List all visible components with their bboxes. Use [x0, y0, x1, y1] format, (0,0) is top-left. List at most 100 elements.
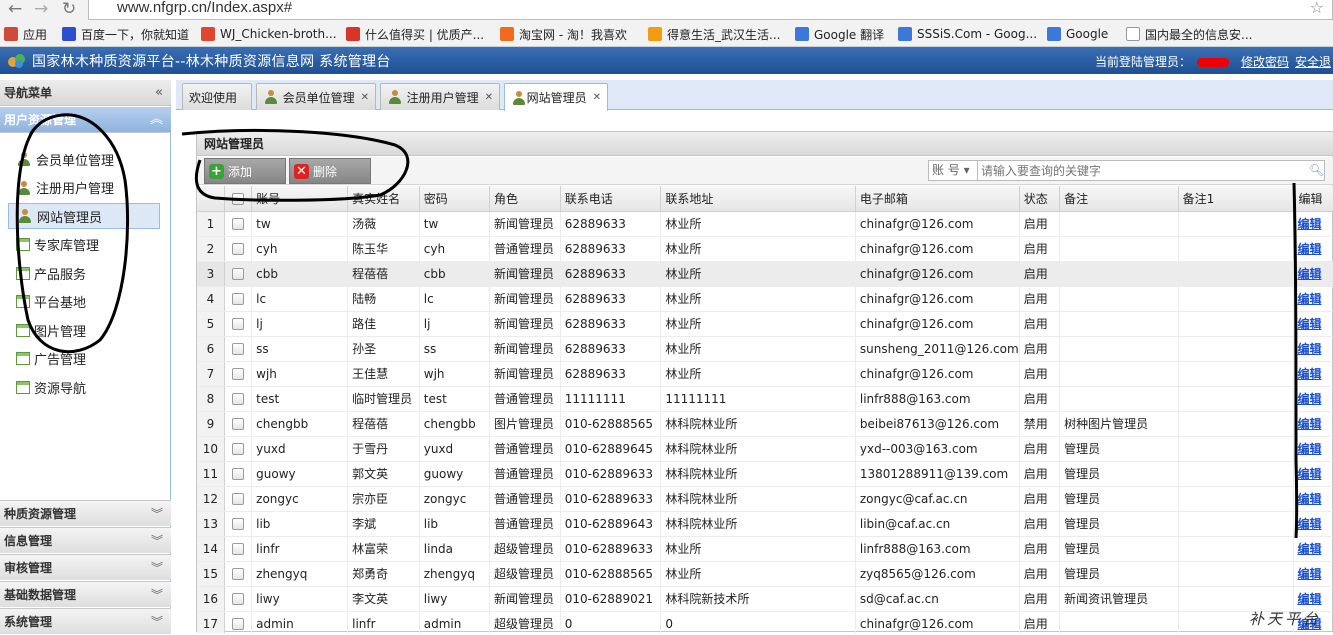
edit-link[interactable]: 编辑: [1293, 211, 1333, 237]
checkbox[interactable]: [232, 543, 245, 555]
checkbox[interactable]: [232, 518, 245, 530]
sidebar-item[interactable]: 平台基地: [8, 289, 160, 315]
bookmark-item[interactable]: 淘宝网 - 淘！我喜欢: [500, 25, 627, 43]
column-header[interactable]: 备注: [1059, 186, 1179, 212]
chevron-down-icon[interactable]: ︾: [151, 528, 163, 554]
bookmark-star-icon[interactable]: ☆: [1310, 0, 1324, 17]
chevron-up-icon[interactable]: ︽: [150, 107, 163, 133]
column-header[interactable]: 联系地址: [660, 186, 856, 212]
close-tab-icon[interactable]: ✕: [485, 92, 493, 103]
search-input[interactable]: [977, 160, 1325, 181]
sidebar-item[interactable]: 网站管理员: [8, 203, 160, 229]
table-row[interactable]: 4 lc 陆畅 lc 新闻管理员 62889633 林业所 chinafgr@126.com 启…: [197, 286, 1333, 312]
checkbox[interactable]: [232, 418, 245, 430]
checkbox[interactable]: [232, 293, 245, 305]
sidebar-item[interactable]: 专家库管理: [8, 232, 160, 258]
table-row[interactable]: 7 wjh 王佳慧 wjh 新闻管理员 62889633 林业所 chinafgr@126.c…: [197, 361, 1333, 387]
close-tab-icon[interactable]: ✕: [593, 92, 601, 103]
checkbox[interactable]: [232, 468, 245, 480]
sidebar-item[interactable]: 广告管理: [8, 346, 160, 372]
table-row[interactable]: 5 lj 路佳 lj 新闻管理员 62889633 林业所 chinafgr@126.com 启…: [197, 311, 1333, 337]
table-row[interactable]: 16 liwy 李文英 liwy 新闻管理员 010-62889021 林科院新技术所 sd@…: [197, 586, 1333, 612]
sidebar-item[interactable]: 图片管理: [8, 317, 160, 343]
sidebar-group[interactable]: 基础数据管理 ︾: [0, 581, 171, 607]
close-tab-icon[interactable]: ✕: [361, 92, 369, 103]
chevron-down-icon[interactable]: ︾: [151, 501, 163, 527]
checkbox[interactable]: [232, 593, 245, 605]
edit-link[interactable]: 编辑: [1293, 561, 1333, 587]
sidebar-group[interactable]: 审核管理 ︾: [0, 554, 171, 580]
bookmark-item[interactable]: 应用: [4, 25, 47, 43]
checkbox[interactable]: [232, 493, 245, 505]
table-row[interactable]: 11 guowy 郭文英 guowy 普通管理员 010-62889633 林科院林业所 13…: [197, 461, 1333, 487]
tab-item[interactable]: 会员单位管理 ✕: [256, 83, 376, 110]
bookmark-item[interactable]: 国内最全的信息安...: [1126, 25, 1252, 43]
checkbox[interactable]: [232, 393, 245, 405]
edit-link[interactable]: 编辑: [1293, 336, 1333, 362]
checkbox[interactable]: [232, 192, 245, 205]
search-field-select[interactable]: 账 号 ▾: [928, 160, 978, 181]
search-icon[interactable]: 🔍︎: [1309, 163, 1324, 177]
edit-link[interactable]: 编辑: [1293, 286, 1333, 312]
table-row[interactable]: 8 test 临时管理员 test 普通管理员 11111111 11111111 linfr…: [197, 386, 1333, 412]
table-row[interactable]: 14 linfr 林富荣 linda 超级管理员 010-62889633 林业所 linfr…: [197, 536, 1333, 562]
collapse-sidebar-icon[interactable]: «: [155, 80, 163, 106]
address-bar[interactable]: www.nfgrp.cn/Index.aspx# ☆: [88, 0, 1333, 20]
sidebar-item[interactable]: 产品服务: [8, 260, 160, 286]
bookmark-item[interactable]: Google: [1047, 25, 1108, 43]
checkbox[interactable]: [232, 268, 245, 280]
column-header[interactable]: 密码: [419, 186, 491, 212]
edit-link[interactable]: 编辑: [1293, 311, 1333, 337]
column-header[interactable]: 编辑: [1293, 186, 1333, 212]
table-row[interactable]: 15 zhengyq 郑勇奇 zhengyq 超级管理员 010-62888565 林业所 z…: [197, 561, 1333, 587]
checkbox[interactable]: [232, 243, 245, 255]
column-header[interactable]: 真实姓名: [347, 186, 420, 212]
table-row[interactable]: 10 yuxd 于雪丹 yuxd 普通管理员 010-62889645 林科院林业所 yxd-…: [197, 436, 1333, 462]
checkbox[interactable]: [232, 568, 245, 580]
edit-link[interactable]: 编辑: [1293, 486, 1333, 512]
forward-arrow-icon[interactable]: →: [34, 0, 48, 18]
sidebar-item[interactable]: 注册用户管理: [8, 175, 160, 201]
table-row[interactable]: 1 tw 汤薇 tw 新闻管理员 62889633 林业所 chinafgr@126.com 启…: [197, 211, 1333, 237]
table-row[interactable]: 6 ss 孙圣 ss 新闻管理员 62889633 林业所 sunsheng_2011@126…: [197, 336, 1333, 362]
delete-button[interactable]: ✕ 删除: [289, 158, 371, 184]
logout-link[interactable]: 安全退: [1295, 55, 1331, 69]
bookmark-item[interactable]: SSSiS.Com - Goog...: [898, 25, 1037, 43]
sidebar-group[interactable]: 系统管理 ︾: [0, 608, 171, 634]
chevron-down-icon[interactable]: ︾: [151, 582, 163, 608]
table-row[interactable]: 17 admin linfr admin 超级管理员 0 0 chinafgr@126.com…: [197, 611, 1333, 633]
edit-link[interactable]: 编辑: [1293, 511, 1333, 537]
tab-item[interactable]: 注册用户管理 ✕: [380, 83, 500, 110]
checkbox[interactable]: [232, 618, 245, 630]
sidebar-group[interactable]: 信息管理 ︾: [0, 527, 171, 553]
reload-icon[interactable]: ↻: [62, 0, 76, 18]
change-password-link[interactable]: 修改密码: [1241, 55, 1289, 69]
bookmark-item[interactable]: 百度一下，你就知道: [62, 25, 189, 43]
checkbox[interactable]: [232, 368, 245, 380]
sidebar-item[interactable]: 资源导航: [8, 374, 160, 400]
edit-link[interactable]: 编辑: [1293, 436, 1333, 462]
column-header[interactable]: 备注1: [1178, 186, 1295, 212]
edit-link[interactable]: 编辑: [1293, 361, 1333, 387]
checkbox[interactable]: [232, 443, 245, 455]
edit-link[interactable]: 编辑: [1293, 411, 1333, 437]
edit-link[interactable]: 编辑: [1293, 236, 1333, 262]
bookmark-item[interactable]: Google 翻译: [795, 25, 884, 43]
sidebar-group[interactable]: 种质资源管理 ︾: [0, 500, 171, 526]
edit-link[interactable]: 编辑: [1293, 461, 1333, 487]
edit-link[interactable]: 编辑: [1293, 536, 1333, 562]
checkbox[interactable]: [232, 218, 245, 230]
column-header[interactable]: 状态: [1019, 186, 1061, 212]
bookmark-item[interactable]: 什么值得买 | 优质产...: [346, 25, 484, 43]
column-header[interactable]: 账号: [251, 186, 349, 212]
bookmark-item[interactable]: 得意生活_武汉生活...: [648, 25, 780, 43]
chevron-down-icon[interactable]: ︾: [151, 609, 163, 635]
tab-item[interactable]: 欢迎使用: [182, 83, 252, 110]
table-row[interactable]: 9 chengbb 程蓓蓓 chengbb 图片管理员 010-62888565 林科院林业…: [197, 411, 1333, 437]
checkbox[interactable]: [232, 343, 245, 355]
table-row[interactable]: 2 cyh 陈玉华 cyh 普通管理员 62889633 林业所 chinafgr@126.c…: [197, 236, 1333, 262]
edit-link[interactable]: 编辑: [1293, 386, 1333, 412]
table-row[interactable]: 13 lib 李斌 lib 普通管理员 010-62889643 林科院林业所 libin@c…: [197, 511, 1333, 537]
back-arrow-icon[interactable]: ←: [8, 0, 22, 18]
checkbox[interactable]: [232, 318, 245, 330]
